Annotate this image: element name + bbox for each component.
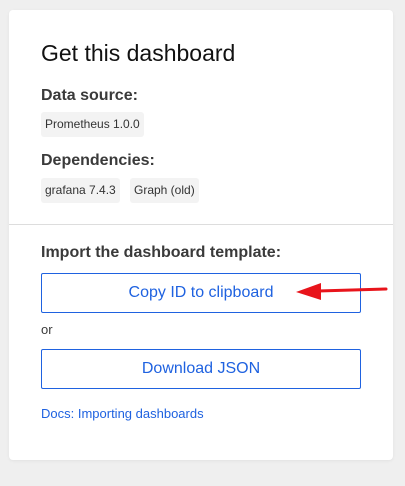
import-label: Import the dashboard template: xyxy=(41,244,282,261)
data-source-chip: Prometheus 1.0.0 xyxy=(41,112,144,137)
section-divider xyxy=(9,224,393,225)
or-text: or xyxy=(41,322,53,337)
copy-id-button[interactable]: Copy ID to clipboard xyxy=(41,273,361,313)
get-dashboard-card: Get this dashboard Data source: Promethe… xyxy=(9,10,393,460)
docs-importing-link[interactable]: Docs: Importing dashboards xyxy=(41,406,204,421)
card-title: Get this dashboard xyxy=(41,40,236,66)
dependencies-label: Dependencies: xyxy=(41,152,155,169)
dependency-chip-graph: Graph (old) xyxy=(130,178,199,203)
data-source-label: Data source: xyxy=(41,87,138,104)
download-json-button[interactable]: Download JSON xyxy=(41,349,361,389)
dependency-chip-grafana: grafana 7.4.3 xyxy=(41,178,120,203)
